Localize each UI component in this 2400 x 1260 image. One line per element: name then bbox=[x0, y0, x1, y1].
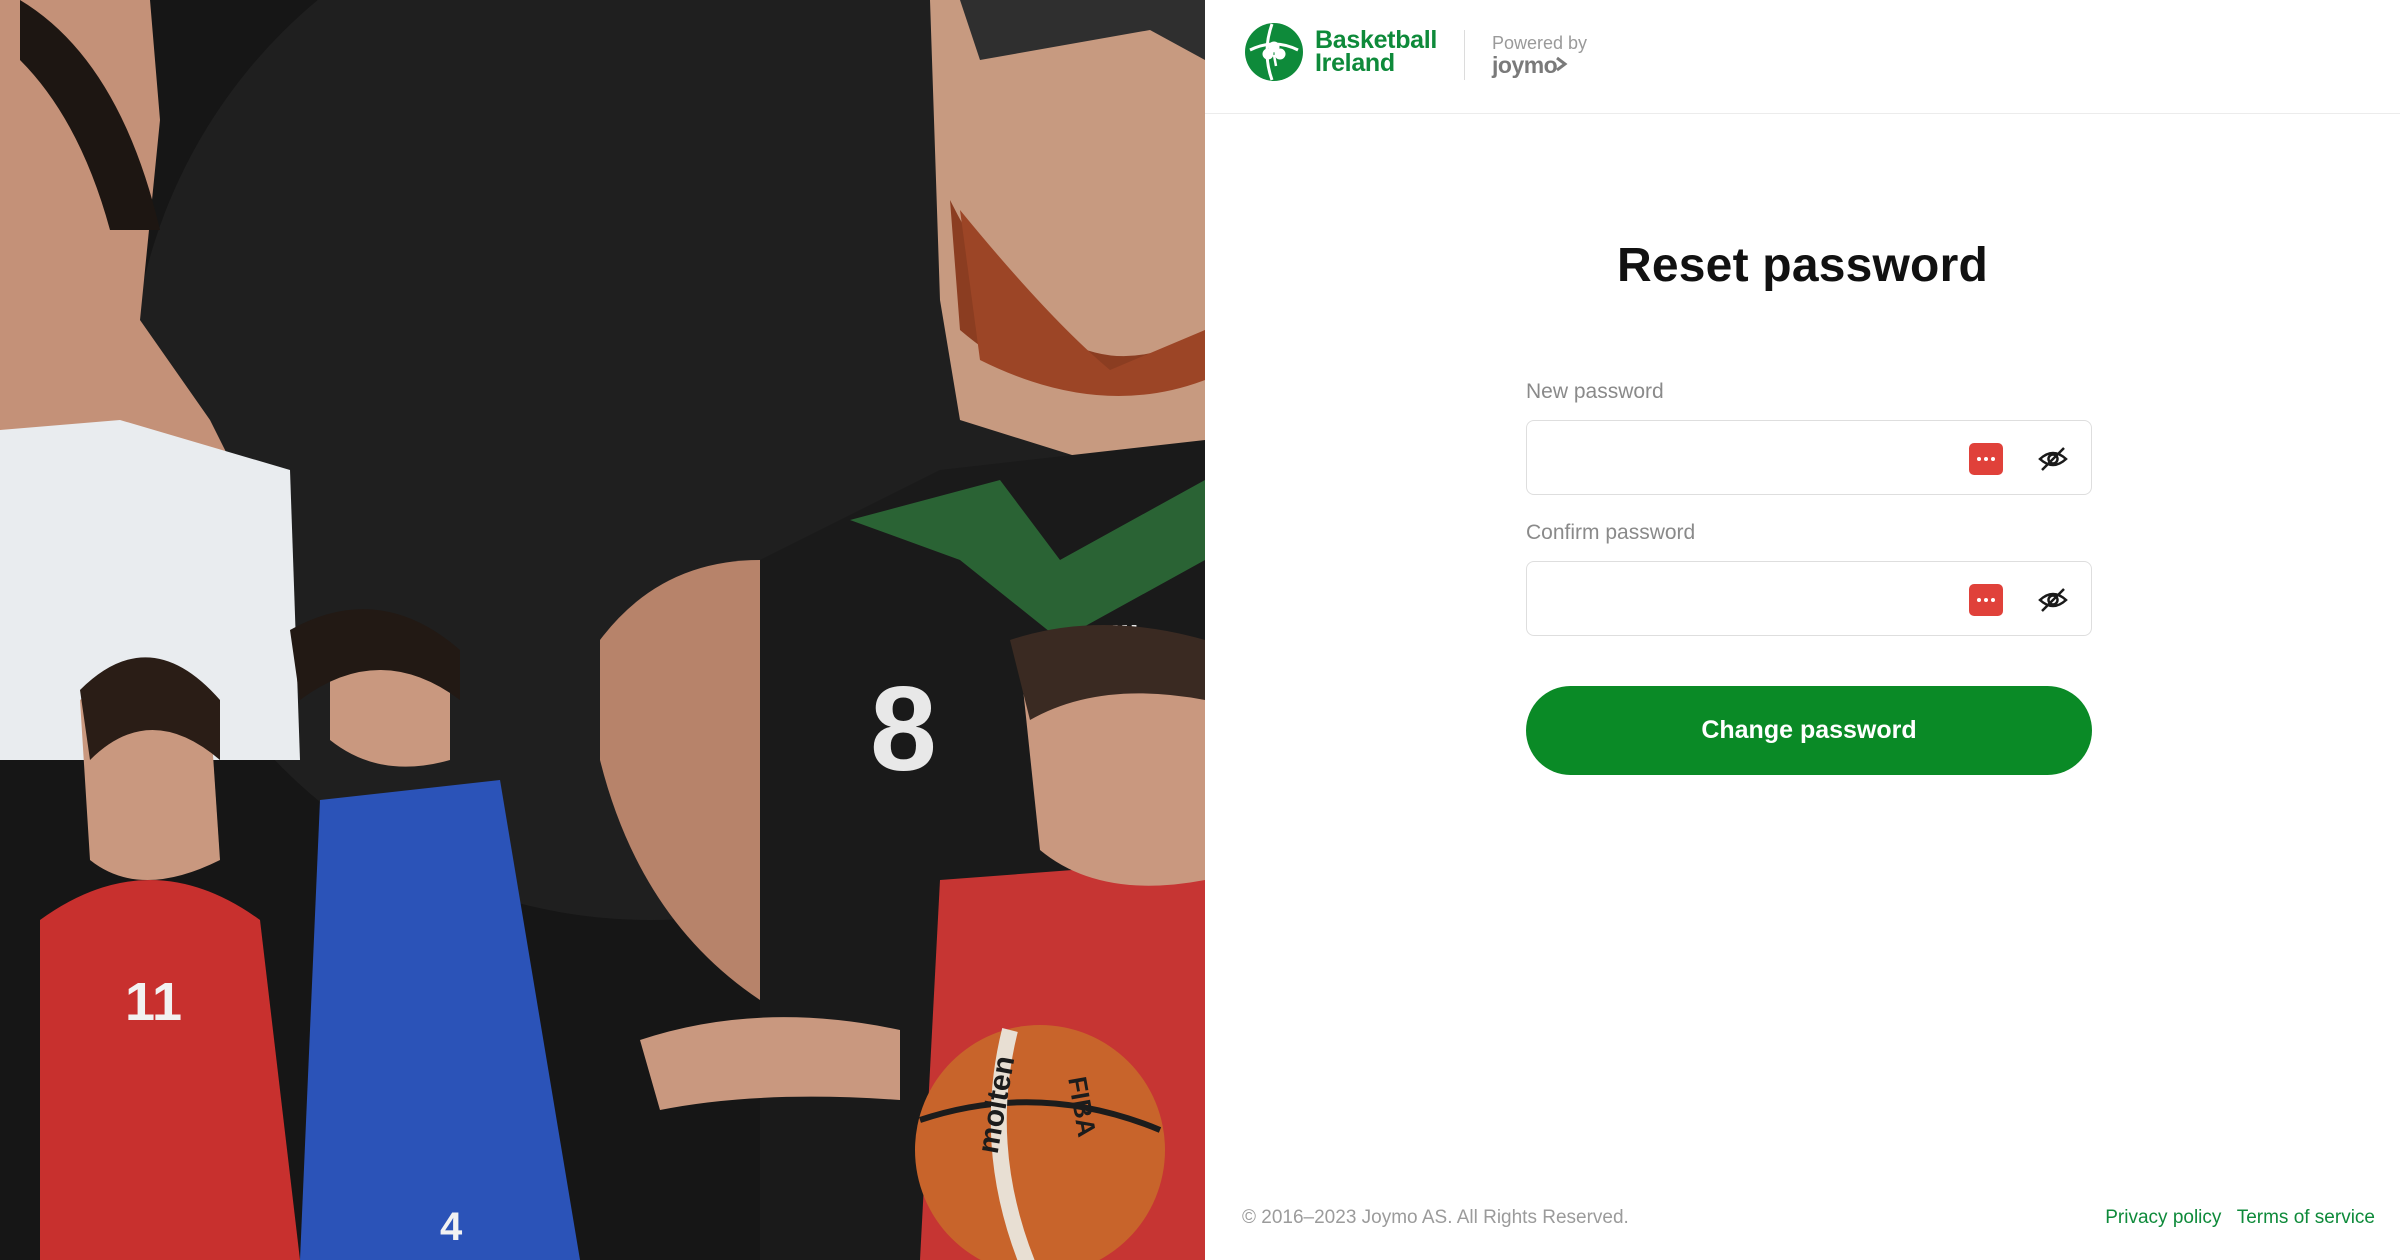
jersey-number-center: 8 bbox=[870, 662, 937, 796]
confirm-password-label: Confirm password bbox=[1526, 521, 1696, 544]
confirm-password-input[interactable] bbox=[1527, 562, 2001, 635]
new-password-label: New password bbox=[1526, 380, 1664, 403]
footer-links: Privacy policy Terms of service bbox=[2095, 1207, 2375, 1229]
jersey-number-left: 11 bbox=[125, 972, 182, 1032]
basketball-ireland-logo-icon[interactable] bbox=[1242, 20, 1306, 84]
copyright-text: © 2016–2023 Joymo AS. All Rights Reserve… bbox=[1242, 1207, 1629, 1228]
eye-slash-icon[interactable] bbox=[2037, 443, 2069, 475]
change-password-button[interactable]: Change password bbox=[1526, 686, 2092, 775]
header-divider bbox=[1464, 30, 1465, 80]
password-manager-icon[interactable] bbox=[1969, 443, 2003, 475]
header-bar: Basketball Ireland Powered by joymo bbox=[1205, 0, 2400, 114]
hero-image: 8 oneills molten FIBA 11 4 bbox=[0, 0, 1205, 1260]
page-title: Reset password bbox=[1617, 239, 1988, 292]
privacy-policy-link[interactable]: Privacy policy bbox=[2105, 1207, 2221, 1228]
hero-illustration: 8 oneills molten FIBA 11 4 bbox=[0, 0, 1205, 1260]
chevron-right-icon bbox=[1556, 56, 1568, 72]
jersey-number-blue: 4 bbox=[440, 1205, 463, 1249]
reset-password-panel: Basketball Ireland Powered by joymo Rese… bbox=[1205, 0, 2400, 1260]
password-manager-icon[interactable] bbox=[1969, 584, 2003, 616]
powered-by-label: Powered by bbox=[1492, 33, 1588, 53]
new-password-field bbox=[1526, 420, 2092, 495]
brand-name: Basketball Ireland bbox=[1315, 28, 1465, 77]
new-password-input[interactable] bbox=[1527, 421, 2001, 494]
terms-of-service-link[interactable]: Terms of service bbox=[2237, 1207, 2375, 1228]
eye-slash-icon[interactable] bbox=[2037, 584, 2069, 616]
joymo-logo: joymo bbox=[1492, 52, 1558, 78]
confirm-password-field bbox=[1526, 561, 2092, 636]
brand-name-line2: Ireland bbox=[1315, 49, 1395, 77]
